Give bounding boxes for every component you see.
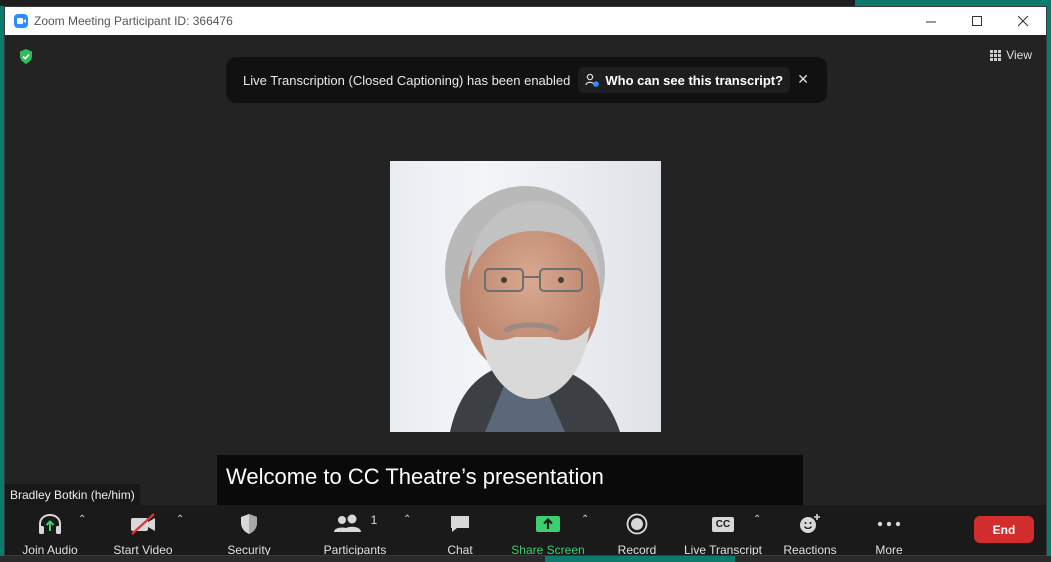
share-options-chevron-icon[interactable]: ⌃ bbox=[581, 514, 589, 525]
participants-button[interactable]: 1 Participants bbox=[322, 505, 388, 556]
reactions-button[interactable]: Reactions bbox=[782, 505, 838, 556]
participants-label: Participants bbox=[323, 543, 387, 556]
security-label: Security bbox=[227, 543, 271, 556]
participant-name-tag: Bradley Botkin (he/him) bbox=[5, 484, 140, 506]
share-screen-icon bbox=[535, 511, 561, 537]
window-title: Zoom Meeting Participant ID: 366476 bbox=[34, 14, 233, 28]
window-controls bbox=[908, 7, 1046, 35]
maximize-icon bbox=[971, 15, 982, 26]
minimize-icon bbox=[925, 21, 936, 22]
more-button[interactable]: More bbox=[869, 505, 909, 556]
transcript-options-chevron-icon[interactable]: ⌃ bbox=[753, 514, 761, 525]
live-transcript-button[interactable]: CC Live Transcript bbox=[683, 505, 763, 556]
more-dots-icon bbox=[877, 511, 901, 537]
participant-name: Bradley Botkin (he/him) bbox=[10, 488, 135, 502]
cc-badge: CC bbox=[711, 516, 735, 532]
share-screen-label: Share Screen bbox=[511, 543, 585, 556]
minimize-button[interactable] bbox=[908, 7, 954, 35]
closed-caption-icon: CC bbox=[711, 511, 735, 537]
who-can-see-label: Who can see this transcript? bbox=[605, 72, 784, 88]
start-video-button[interactable]: Start Video bbox=[111, 505, 175, 556]
close-icon bbox=[1017, 15, 1028, 26]
closed-caption: Welcome to CC Theatre’s presentation bbox=[217, 455, 803, 507]
chat-label: Chat bbox=[447, 543, 473, 556]
zoom-meeting-window: Zoom Meeting Participant ID: 366476 View… bbox=[4, 6, 1047, 556]
participant-video bbox=[390, 161, 661, 432]
close-window-button[interactable] bbox=[1000, 7, 1046, 35]
chat-icon bbox=[449, 511, 471, 537]
end-meeting-button[interactable]: End bbox=[974, 516, 1034, 543]
start-video-label: Start Video bbox=[113, 543, 173, 556]
person-info-icon bbox=[585, 73, 600, 87]
participant-portrait bbox=[445, 186, 620, 432]
reactions-label: Reactions bbox=[783, 543, 837, 556]
record-icon bbox=[626, 511, 648, 537]
record-button[interactable]: Record bbox=[615, 505, 659, 556]
caption-text: Welcome to CC Theatre’s presentation bbox=[226, 464, 604, 489]
maximize-button[interactable] bbox=[954, 7, 1000, 35]
encryption-shield-icon[interactable] bbox=[19, 49, 33, 69]
join-audio-button[interactable]: Join Audio bbox=[19, 505, 81, 556]
banner-close-icon[interactable]: ✕ bbox=[797, 71, 809, 88]
meeting-toolbar: Join Audio ⌃ Start Video ⌃ Security 1 Pa… bbox=[5, 505, 1046, 556]
view-button[interactable]: View bbox=[990, 48, 1032, 62]
video-options-chevron-icon[interactable]: ⌃ bbox=[176, 514, 184, 525]
zoom-logo-icon bbox=[14, 14, 28, 28]
shield-icon bbox=[239, 511, 259, 537]
participants-options-chevron-icon[interactable]: ⌃ bbox=[403, 514, 411, 525]
taskbar-strip bbox=[0, 556, 1051, 562]
record-label: Record bbox=[617, 543, 657, 556]
title-bar: Zoom Meeting Participant ID: 366476 bbox=[5, 7, 1046, 35]
more-label: More bbox=[875, 543, 903, 556]
grid-view-icon bbox=[990, 49, 1002, 61]
view-label: View bbox=[1006, 48, 1032, 62]
transcription-banner: Live Transcription (Closed Captioning) h… bbox=[226, 57, 827, 103]
live-transcript-label: Live Transcript bbox=[683, 543, 763, 556]
who-can-see-transcript-button[interactable]: Who can see this transcript? bbox=[578, 67, 791, 93]
smiley-plus-icon bbox=[798, 511, 822, 537]
video-off-icon bbox=[129, 511, 157, 537]
audio-options-chevron-icon[interactable]: ⌃ bbox=[78, 514, 86, 525]
chat-button[interactable]: Chat bbox=[440, 505, 480, 556]
share-screen-button[interactable]: Share Screen bbox=[510, 505, 586, 556]
participants-icon: 1 bbox=[333, 511, 378, 537]
taskbar-accent bbox=[545, 556, 735, 562]
participants-count: 1 bbox=[370, 513, 378, 527]
headphones-icon bbox=[37, 511, 63, 537]
banner-message: Live Transcription (Closed Captioning) h… bbox=[243, 72, 571, 88]
join-audio-label: Join Audio bbox=[22, 543, 78, 556]
security-button[interactable]: Security bbox=[224, 505, 274, 556]
